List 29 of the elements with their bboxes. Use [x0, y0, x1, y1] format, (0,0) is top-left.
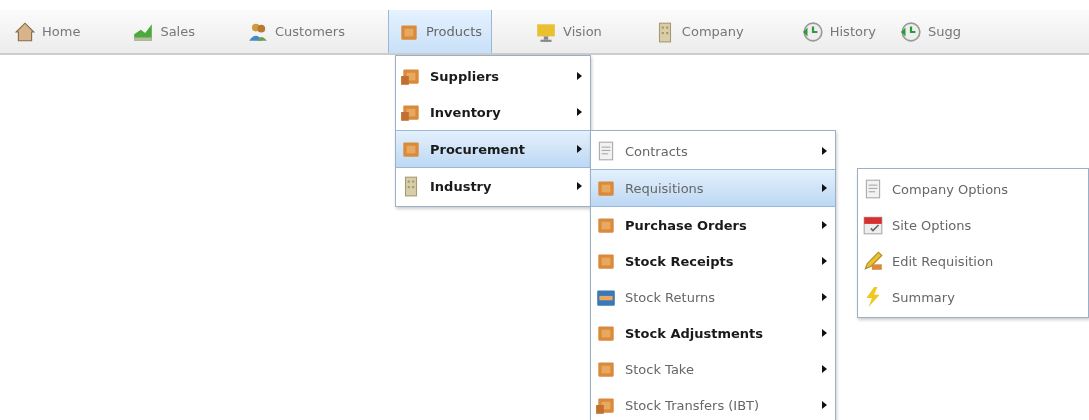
nav-tab[interactable]: Company	[644, 10, 753, 53]
house-icon	[14, 20, 36, 43]
nav-tab[interactable]: Home	[5, 10, 90, 53]
menu-item[interactable]: Procurement	[396, 130, 590, 168]
nav-tab[interactable]: Sales	[123, 10, 204, 53]
pencil-icon	[862, 250, 884, 272]
menu-item[interactable]: Suppliers	[396, 58, 590, 94]
menu-item[interactable]: Purchase Orders	[591, 207, 835, 243]
clock-icon	[801, 20, 824, 43]
menu-item[interactable]: Company Options	[858, 171, 1088, 207]
nav-tab[interactable]: Sugg	[890, 10, 970, 53]
menu-item[interactable]: Stock Receipts	[591, 243, 835, 279]
menu-item[interactable]: Requisitions	[591, 169, 835, 207]
nav-tab[interactable]: Vision	[526, 10, 611, 53]
menu-item[interactable]: Stock Take	[591, 351, 835, 387]
menu-item[interactable]: Stock Returns	[591, 279, 835, 315]
menu-item[interactable]: Site Options	[858, 207, 1088, 243]
menu-item[interactable]: Stock Adjustments	[591, 315, 835, 351]
nav-tab[interactable]: History	[792, 10, 885, 53]
nav-tab[interactable]: Customers	[238, 10, 354, 53]
menu-item[interactable]: Edit Requisition	[858, 243, 1088, 279]
menu-item[interactable]: Industry	[396, 168, 590, 204]
menu-item[interactable]: Inventory	[396, 94, 590, 130]
menu-item[interactable]: Stock Transfers (IBT)	[591, 387, 835, 420]
menu-item[interactable]: Summary	[858, 279, 1088, 315]
nav-tab[interactable]: Products	[387, 10, 493, 53]
clock-icon	[899, 20, 922, 43]
menu-item[interactable]: Contracts	[591, 133, 835, 169]
calendar-icon	[862, 214, 884, 236]
